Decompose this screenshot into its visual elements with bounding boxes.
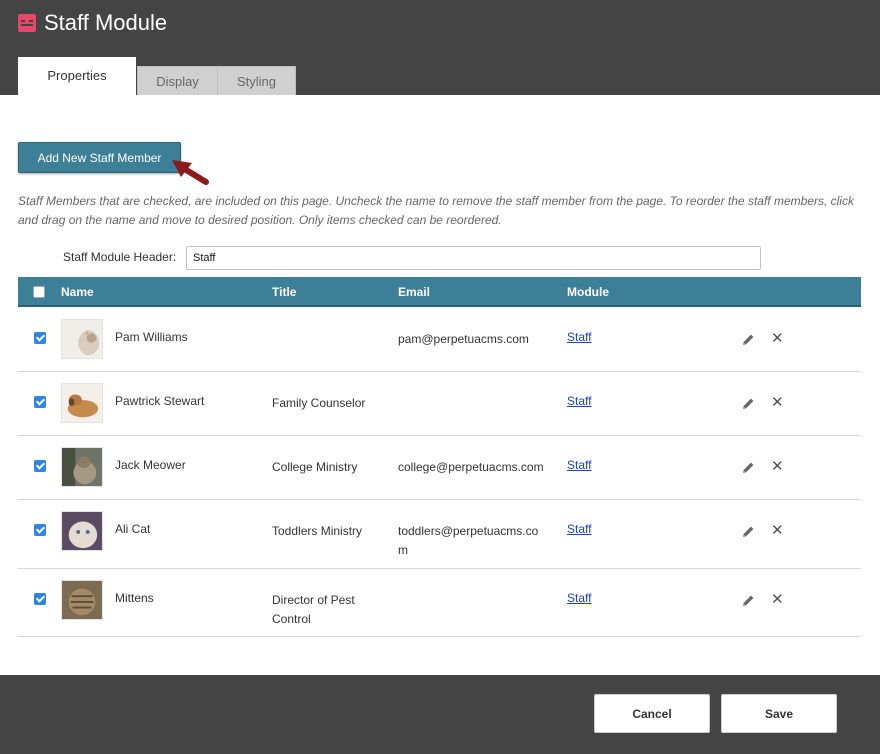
column-name: Name [61,285,94,299]
module-link[interactable]: Staff [567,591,591,605]
tab-display[interactable]: Display [137,66,218,95]
staff-title: College Ministry [272,460,358,474]
staff-photo [61,447,103,487]
table-row[interactable]: Ali Cat Toddlers Ministry toddlers@perpe… [18,500,861,569]
row-checkbox[interactable] [34,332,46,344]
select-all-checkbox[interactable] [33,286,45,298]
annotation-arrow-icon [172,160,209,185]
pencil-icon[interactable] [740,396,756,412]
staff-name[interactable]: Mittens [115,591,154,605]
staff-email: toddlers@perpetuacms.com [398,524,539,557]
info-text: Staff Members that are checked, are incl… [18,194,854,227]
table-row[interactable]: Pam Williams pam@perpetuacms.com Staff ✕ [18,308,861,372]
row-checkbox[interactable] [34,460,46,472]
pencil-icon[interactable] [740,460,756,476]
row-checkbox[interactable] [34,593,46,605]
staff-name[interactable]: Pawtrick Stewart [115,394,204,408]
close-icon[interactable]: ✕ [771,523,784,539]
staff-module-header-label: Staff Module Header: [63,250,177,264]
staff-photo [61,511,103,551]
cancel-button[interactable]: Cancel [594,694,710,733]
table-row[interactable]: Mittens Director of Pest Control Staff ✕ [18,569,861,637]
table-row[interactable]: Jack Meower College Ministry college@per… [18,436,861,500]
staff-name[interactable]: Jack Meower [115,458,186,472]
staff-title: Family Counselor [272,396,366,410]
tab-properties[interactable]: Properties [18,57,136,95]
module-link[interactable]: Staff [567,458,591,472]
staff-title: Toddlers Ministry [272,524,363,538]
close-icon[interactable]: ✕ [771,395,784,411]
staff-photo [61,319,103,359]
column-title: Title [272,285,297,299]
table-row[interactable]: Pawtrick Stewart Family Counselor Staff … [18,372,861,436]
row-checkbox[interactable] [34,524,46,536]
close-icon[interactable]: ✕ [771,592,784,608]
staff-photo [61,580,103,620]
staff-title: Director of Pest Control [272,593,355,626]
column-module: Module [567,285,609,299]
table-header: Name Title Email Module [18,277,861,307]
staff-module-header-input[interactable] [186,246,761,270]
staff-name[interactable]: Ali Cat [115,522,150,536]
pencil-icon[interactable] [740,524,756,540]
save-button[interactable]: Save [721,694,837,733]
staff-email: pam@perpetuacms.com [398,332,529,346]
pencil-icon[interactable] [740,593,756,609]
row-checkbox[interactable] [34,396,46,408]
module-link[interactable]: Staff [567,522,591,536]
close-icon[interactable]: ✕ [771,459,784,475]
close-icon[interactable]: ✕ [771,331,784,347]
staff-email: college@perpetuacms.com [398,460,544,474]
pencil-icon[interactable] [740,332,756,348]
module-link[interactable]: Staff [567,394,591,408]
tab-styling[interactable]: Styling [217,66,296,95]
staff-photo [61,383,103,423]
staff-name[interactable]: Pam Williams [115,330,188,344]
module-link[interactable]: Staff [567,330,591,344]
add-staff-member-button[interactable]: Add New Staff Member [18,142,181,173]
module-logo-icon [18,14,36,32]
page-title: Staff Module [44,10,168,35]
column-email: Email [398,285,431,299]
